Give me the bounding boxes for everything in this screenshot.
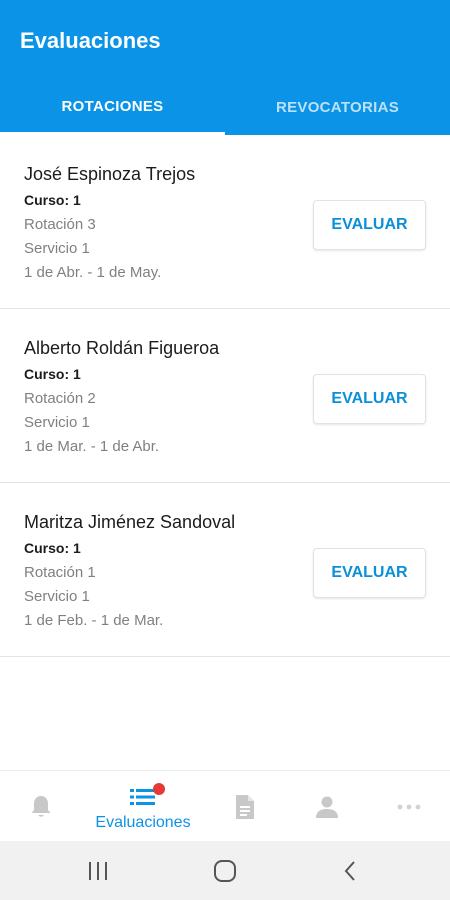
system-navigation-bar bbox=[0, 841, 450, 900]
course-label: Curso: 1 bbox=[24, 192, 81, 208]
person-icon bbox=[316, 796, 338, 818]
back-icon bbox=[344, 861, 355, 881]
rotation-label: Rotación 3 bbox=[24, 216, 96, 233]
recent-apps-icon bbox=[89, 862, 107, 880]
bell-icon bbox=[31, 796, 51, 817]
home-icon bbox=[214, 860, 236, 882]
evaluation-list: José Espinoza Trejos Curso: 1 Rotación 3… bbox=[0, 135, 450, 657]
evaluate-button[interactable]: EVALUAR bbox=[313, 548, 426, 598]
bottom-navigation: Evaluaciones bbox=[0, 770, 450, 841]
document-icon bbox=[236, 795, 254, 819]
service-label: Servicio 1 bbox=[24, 240, 90, 257]
date-range: 1 de Mar. - 1 de Abr. bbox=[24, 438, 160, 455]
student-name: Alberto Roldán Figueroa bbox=[24, 338, 220, 358]
evaluate-button[interactable]: EVALUAR bbox=[313, 200, 426, 250]
evaluation-card: Maritza Jiménez Sandoval Curso: 1 Rotaci… bbox=[0, 483, 450, 657]
service-label: Servicio 1 bbox=[24, 414, 90, 431]
tab-rotaciones[interactable]: ROTACIONES bbox=[0, 80, 225, 135]
nav-evaluaciones[interactable]: Evaluaciones bbox=[88, 771, 198, 842]
tab-bar: ROTACIONES REVOCATORIAS bbox=[0, 80, 450, 135]
page-title: Evaluaciones bbox=[20, 28, 161, 53]
nav-notifications[interactable] bbox=[18, 771, 64, 842]
nav-profile[interactable] bbox=[304, 771, 350, 842]
evaluate-button[interactable]: EVALUAR bbox=[313, 374, 426, 424]
back-button[interactable] bbox=[320, 841, 380, 900]
more-icon bbox=[397, 804, 421, 810]
student-name: José Espinoza Trejos bbox=[24, 164, 196, 184]
app-bar: Evaluaciones ROTACIONES REVOCATORIAS bbox=[0, 0, 450, 135]
evaluation-card: Alberto Roldán Figueroa Curso: 1 Rotació… bbox=[0, 309, 450, 483]
nav-more[interactable] bbox=[386, 771, 432, 842]
home-button[interactable] bbox=[195, 841, 255, 900]
nav-documents[interactable] bbox=[222, 771, 268, 842]
tab-revocatorias[interactable]: REVOCATORIAS bbox=[225, 80, 450, 135]
rotation-label: Rotación 2 bbox=[24, 390, 96, 407]
rotation-label: Rotación 1 bbox=[24, 564, 96, 581]
date-range: 1 de Abr. - 1 de May. bbox=[24, 264, 162, 281]
course-label: Curso: 1 bbox=[24, 540, 81, 556]
student-name: Maritza Jiménez Sandoval bbox=[24, 512, 236, 532]
evaluation-card: José Espinoza Trejos Curso: 1 Rotación 3… bbox=[0, 135, 450, 309]
notification-badge bbox=[153, 783, 165, 795]
date-range: 1 de Feb. - 1 de Mar. bbox=[24, 612, 164, 629]
recent-apps-button[interactable] bbox=[68, 841, 128, 900]
nav-label: Evaluaciones bbox=[95, 814, 191, 831]
course-label: Curso: 1 bbox=[24, 366, 81, 382]
service-label: Servicio 1 bbox=[24, 588, 90, 605]
